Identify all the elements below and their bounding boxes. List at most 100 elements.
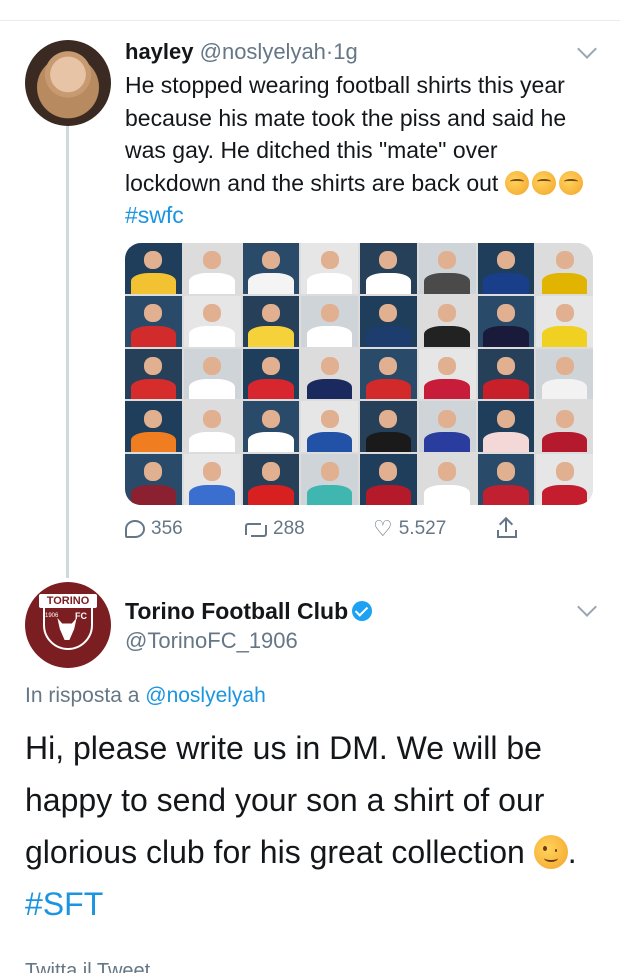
photo-cell [477, 243, 535, 294]
reply-icon [125, 520, 145, 538]
photo-shirt [541, 379, 588, 400]
photo-head [438, 303, 457, 323]
photo-cell [183, 243, 241, 294]
photo-shirt [248, 484, 294, 505]
photo-cell [536, 401, 593, 453]
like-button[interactable]: ♡ 5.527 [373, 518, 446, 540]
photo-cell [418, 348, 476, 400]
photo-cell [360, 243, 417, 294]
photo-shirt [189, 431, 235, 453]
photo-shirt [306, 326, 353, 347]
photo-cell [477, 295, 535, 347]
photo-shirt [365, 379, 412, 400]
photo-shirt [483, 484, 529, 505]
photo-shirt [541, 326, 588, 347]
tweet-actions: 356 288 ♡ 5.527 [125, 516, 545, 548]
timestamp[interactable]: 1g [333, 39, 357, 64]
photo-head [261, 462, 280, 481]
photo-head [438, 462, 457, 481]
photo-shirt [424, 431, 470, 453]
photo-head [496, 356, 515, 375]
photo-shirt [483, 431, 529, 453]
photo-head [320, 409, 339, 428]
photo-shirt [248, 379, 294, 400]
reply-count: 356 [151, 518, 183, 539]
photo-shirt [306, 431, 353, 453]
photo-head [144, 462, 163, 481]
photo-head [496, 303, 515, 323]
photo-shirt [365, 484, 412, 505]
logo-year: 1906 [45, 613, 59, 619]
photo-shirt [365, 431, 412, 453]
photo-shirt [483, 273, 529, 294]
tweet-text: He stopped wearing football shirts this … [125, 69, 595, 232]
photo-head [555, 462, 574, 481]
retweet-icon [245, 521, 267, 537]
reply-button[interactable]: 356 [125, 518, 183, 540]
retweet-count: 288 [273, 518, 305, 539]
photo-head [438, 356, 457, 375]
photo-cell [301, 454, 358, 505]
photo-cell [418, 401, 476, 453]
chevron-down-icon[interactable] [577, 39, 597, 59]
photo-head [379, 462, 398, 481]
photo-shirt [130, 326, 177, 347]
photo-cell [477, 454, 535, 505]
reply-to-link[interactable]: @noslyelyah [145, 684, 266, 707]
avatar[interactable]: TORINO 1906 FC [25, 582, 111, 668]
photo-shirt [130, 379, 177, 400]
photo-shirt [365, 273, 412, 294]
photo-head [379, 409, 398, 428]
photo-shirt [248, 431, 294, 453]
photo-cell [360, 454, 417, 505]
verified-badge-icon [352, 601, 373, 621]
photo-cell [536, 454, 593, 505]
chevron-down-icon[interactable] [577, 597, 597, 617]
tweet-text-main: He stopped wearing football shirts this … [125, 72, 567, 196]
photo-cell [301, 348, 358, 400]
photo-head [320, 462, 339, 481]
tweet-media-image[interactable] [125, 243, 593, 505]
photo-cell [360, 401, 417, 453]
share-icon [497, 516, 517, 538]
share-button[interactable] [497, 516, 517, 538]
display-name[interactable]: Torino Football Club [125, 598, 348, 624]
retweet-button[interactable]: 288 [245, 518, 305, 540]
photo-shirt [541, 431, 588, 453]
photo-cell [183, 454, 241, 505]
photo-shirt [541, 273, 588, 294]
photo-head [320, 303, 339, 323]
handle[interactable]: @noslyelyah [200, 39, 326, 64]
hashtag-link[interactable]: #swfc [125, 202, 184, 228]
logo-word: TORINO [39, 594, 97, 608]
handle[interactable]: @TorinoFC_1906 [125, 628, 298, 654]
photo-shirt [189, 326, 235, 347]
reply-context: In risposta a @noslyelyah [25, 684, 266, 708]
photo-cell [418, 295, 476, 347]
photo-cell [477, 401, 535, 453]
photo-shirt [189, 273, 235, 294]
heart-icon: ♡ [373, 516, 393, 541]
photo-shirt [306, 273, 353, 294]
photo-head [261, 251, 280, 270]
photo-shirt [424, 484, 470, 505]
photo-cell [301, 401, 358, 453]
photo-shirt [130, 431, 177, 453]
avatar[interactable] [25, 40, 111, 126]
photo-shirt [130, 484, 177, 505]
photo-shirt [130, 273, 177, 294]
photo-cell [418, 454, 476, 505]
photo-shirt [424, 326, 470, 347]
photo-shirt [483, 326, 529, 347]
tweet-text: Hi, please write us in DM. We will be ha… [25, 722, 605, 930]
photo-shirt [424, 379, 470, 400]
photo-head [438, 251, 457, 270]
hashtag-link[interactable]: #SFT [25, 886, 103, 922]
photo-cell [183, 295, 241, 347]
photo-cell [301, 243, 358, 294]
display-name[interactable]: hayley [125, 39, 194, 64]
photo-cell [183, 348, 241, 400]
photo-cell [360, 295, 417, 347]
photo-head [320, 251, 339, 270]
reply-prefix: In risposta a [25, 684, 140, 707]
